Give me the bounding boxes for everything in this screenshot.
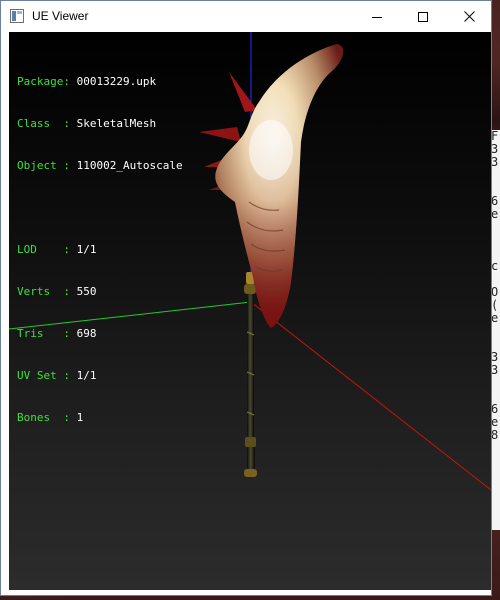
close-icon xyxy=(463,11,475,22)
maximize-icon xyxy=(418,11,428,22)
info-package: Package: 00013229.upk xyxy=(17,75,157,88)
weapon-blade xyxy=(199,44,344,328)
maximize-button[interactable] xyxy=(400,1,446,32)
app-window[interactable]: UE Viewer Package: 00013229.upk Class: … xyxy=(0,0,492,596)
info-tris: Tris : 698 xyxy=(17,327,97,340)
info-lod: LOD : 1/1 xyxy=(17,243,97,256)
info-verts: Verts : 550 xyxy=(17,285,97,298)
axis-x-line xyxy=(250,301,491,491)
mesh-info-overlay: Package: 00013229.upk Class : SkeletalMe… xyxy=(17,47,183,453)
info-bones: Bones : 1 xyxy=(17,411,84,424)
info-class: Class : SkeletalMesh xyxy=(17,117,157,130)
info-uvset: UV Set : 1/1 xyxy=(17,369,97,382)
close-button[interactable] xyxy=(446,1,492,32)
window-title: UE Viewer xyxy=(32,9,89,23)
title-bar[interactable]: UE Viewer xyxy=(1,1,491,32)
minimize-button[interactable] xyxy=(354,1,400,32)
3d-viewport[interactable]: Package: 00013229.upk Class : SkeletalMe… xyxy=(9,32,491,590)
background-window-edge: F33 6e c O(e 33 6e8 xyxy=(491,130,500,530)
app-icon xyxy=(10,9,24,23)
minimize-icon xyxy=(372,16,382,18)
info-object: Object : 110002_Autoscale xyxy=(17,159,183,172)
background-window-char: 8 xyxy=(491,428,499,442)
